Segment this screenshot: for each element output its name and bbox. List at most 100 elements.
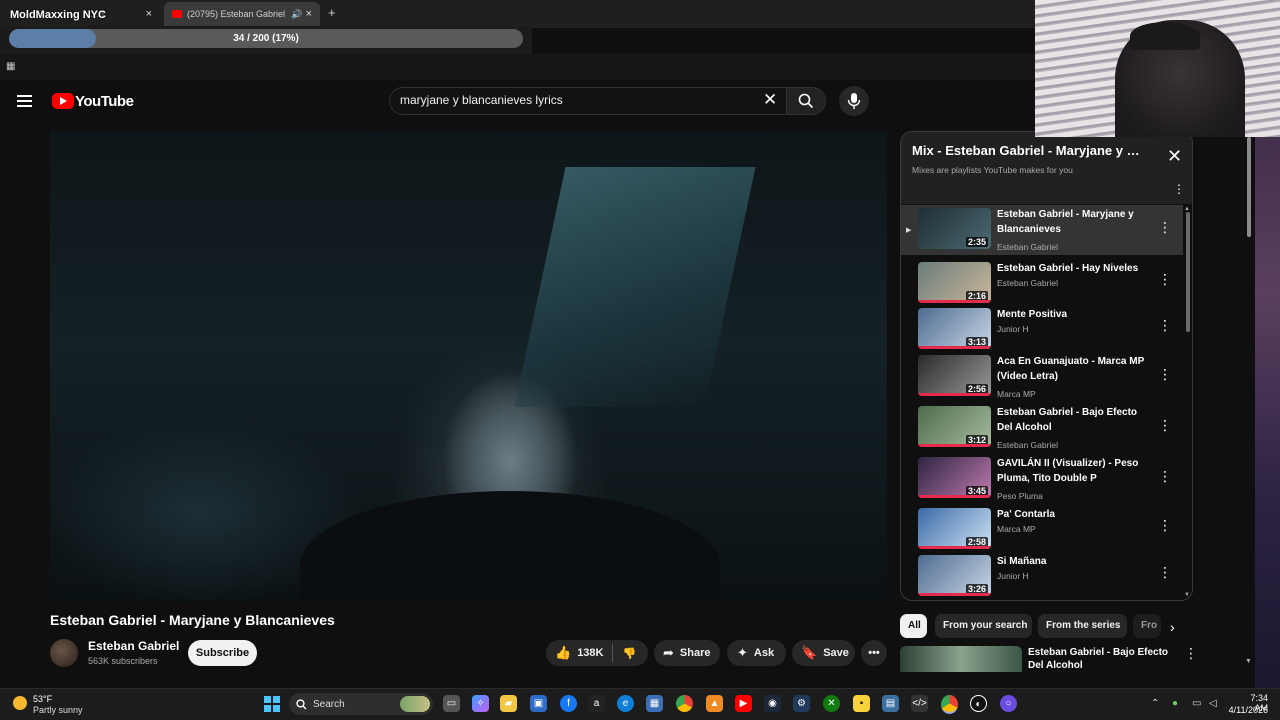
more-vertical-icon[interactable]: ⋮ <box>1158 366 1172 383</box>
chrome-active-icon[interactable] <box>941 695 958 714</box>
chip-from-partial[interactable]: Fro <box>1133 614 1161 638</box>
scroll-up-icon[interactable]: ▲ <box>1184 206 1190 212</box>
vlc-icon[interactable]: ▲ <box>706 695 723 712</box>
watched-progress-bar <box>918 300 991 303</box>
more-vertical-icon[interactable]: ⋮ <box>1158 417 1172 434</box>
playlist-thumbnail[interactable]: 2:16 <box>918 262 991 303</box>
calculator-icon[interactable]: ▦ <box>646 695 663 712</box>
more-vertical-icon[interactable]: ⋮ <box>1158 219 1172 236</box>
playlist-item[interactable]: 2:58 Pa' Contarla Marca MP ⋮ <box>901 505 1183 555</box>
chip-from-your-search[interactable]: From your search <box>935 614 1032 638</box>
channel-name[interactable]: Esteban Gabriel <box>88 639 179 653</box>
clear-search-icon[interactable]: ✕ <box>763 91 777 108</box>
playlist-thumbnail[interactable]: 3:45 <box>918 457 991 498</box>
more-horizontal-icon: ••• <box>868 647 880 659</box>
playlist-item[interactable]: 3:45 GAVILÁN II (Visualizer) - Peso Pluma… <box>901 454 1183 504</box>
close-icon[interactable]: × <box>146 8 152 20</box>
playlist-thumbnail[interactable]: 2:56 <box>918 355 991 396</box>
taskbar-search-box[interactable] <box>289 693 433 715</box>
youtube-app-icon[interactable]: ▶ <box>735 695 752 712</box>
playlist-scrollbar[interactable] <box>1186 212 1190 332</box>
settings-gear-icon[interactable]: ⚙ <box>793 695 810 712</box>
chip-all[interactable]: All <box>900 614 927 638</box>
more-actions-button[interactable]: ••• <box>861 640 887 666</box>
more-vertical-icon[interactable]: ⋮ <box>1158 564 1172 581</box>
save-label: Save <box>823 647 849 659</box>
xbox-icon[interactable]: ✕ <box>823 695 840 712</box>
recommended-title[interactable]: Esteban Gabriel - Bajo Efecto Del Alcoho… <box>1028 646 1173 672</box>
playlist-thumbnail[interactable]: 3:26 <box>918 555 991 596</box>
playlist-item[interactable]: 3:12 Esteban Gabriel - Bajo Efecto Del Al… <box>901 403 1183 453</box>
weather-description[interactable]: Partly sunny <box>33 705 83 715</box>
steam-icon[interactable]: ◉ <box>764 695 781 712</box>
like-button[interactable]: 👍 138K <box>555 645 603 661</box>
playlist-title[interactable]: Mix - Esteban Gabriel - Maryjane y Blanc… <box>912 143 1147 158</box>
playlist-item[interactable]: 3:26 Si Mañana Junior H ⋮ <box>901 552 1183 600</box>
ask-button[interactable]: ✦ Ask <box>727 640 786 666</box>
task-view-icon[interactable]: ▭ <box>443 695 460 712</box>
search-input[interactable] <box>400 93 750 107</box>
youtube-wordmark[interactable]: YouTube <box>75 93 134 110</box>
scroll-down-icon[interactable]: ▼ <box>1245 658 1252 665</box>
weather-temperature[interactable]: 53°F <box>33 694 52 704</box>
close-icon[interactable]: ✕ <box>1167 147 1182 165</box>
watched-progress-bar <box>918 444 991 447</box>
video-player[interactable] <box>50 131 887 602</box>
photos-icon[interactable]: ▤ <box>882 695 899 712</box>
volume-icon[interactable]: ◁ <box>1209 698 1217 709</box>
apps-grid-icon[interactable]: ▦ <box>6 61 17 72</box>
search-button[interactable] <box>786 87 826 115</box>
windows-start-icon[interactable] <box>264 696 280 712</box>
chrome-icon[interactable] <box>676 695 693 712</box>
chevron-up-icon[interactable]: ⌃ <box>1151 698 1159 709</box>
more-vertical-icon[interactable]: ⋮ <box>1158 317 1172 334</box>
microphone-tray-icon[interactable]: ● <box>1172 698 1178 709</box>
more-vertical-icon[interactable]: ⋮ <box>1173 182 1185 196</box>
playlist-thumbnail[interactable]: 2:35 <box>918 208 991 249</box>
tab-youtube-video[interactable]: (20795) Esteban Gabriel - M 🔊 × <box>164 2 320 26</box>
sticky-notes-icon[interactable]: ▪ <box>853 695 870 712</box>
playlist-item[interactable]: 2:56 Aca En Guanajuato - Marca MP (Video … <box>901 352 1183 402</box>
playlist-item-title: Aca En Guanajuato - Marca MP (Video Letr… <box>997 356 1145 382</box>
save-button[interactable]: 🔖 Save <box>792 640 855 666</box>
dev-tools-icon[interactable]: </> <box>911 695 928 712</box>
more-vertical-icon[interactable]: ⋮ <box>1158 468 1172 485</box>
file-explorer-icon[interactable]: ▰ <box>500 695 517 712</box>
close-icon[interactable]: × <box>306 8 312 20</box>
video-title: Esteban Gabriel - Maryjane y Blancanieve… <box>50 612 335 628</box>
more-vertical-icon[interactable]: ⋮ <box>1158 517 1172 534</box>
page-scrollbar[interactable] <box>1247 137 1251 237</box>
microsoft-store-icon[interactable]: ▣ <box>530 695 547 712</box>
voice-search-button[interactable] <box>839 86 869 116</box>
hamburger-menu-icon[interactable] <box>17 95 32 107</box>
monitor-icon[interactable]: ▭ <box>1192 698 1201 709</box>
dislike-button[interactable]: 👎 <box>622 647 636 660</box>
recommended-thumbnail[interactable] <box>900 646 1022 672</box>
subscribe-button[interactable]: Subscribe <box>188 640 257 666</box>
scroll-down-icon[interactable]: ▼ <box>1184 592 1190 598</box>
assistant-icon[interactable]: ○ <box>1000 695 1017 712</box>
youtube-logo-icon[interactable] <box>52 93 74 109</box>
edge-icon[interactable]: e <box>617 695 634 712</box>
copilot-icon[interactable]: ✧ <box>472 695 489 712</box>
playlist-item[interactable]: ▶ 2:35 Esteban Gabriel - Maryjane y Blanca… <box>901 205 1183 255</box>
clock-date[interactable]: 4/11/2026 <box>1226 705 1268 715</box>
more-vertical-icon[interactable]: ⋮ <box>1158 271 1172 288</box>
chevron-right-icon[interactable]: › <box>1170 619 1175 635</box>
channel-avatar[interactable] <box>50 639 78 667</box>
playlist-thumbnail[interactable]: 3:12 <box>918 406 991 447</box>
now-playing-icon: ▶ <box>906 227 912 234</box>
playlist-item[interactable]: 2:16 Esteban Gabriel - Hay Niveles Esteban… <box>901 259 1183 309</box>
github-icon[interactable]: ◐ <box>970 695 987 712</box>
share-button[interactable]: ➦ Share <box>654 640 720 666</box>
playlist-thumbnail[interactable]: 3:13 <box>918 308 991 349</box>
playlist-item-channel: Peso Pluma <box>997 491 1043 501</box>
playlist-thumbnail[interactable]: 2:58 <box>918 508 991 549</box>
more-vertical-icon[interactable]: ⋮ <box>1184 645 1198 662</box>
amazon-icon[interactable]: a <box>588 695 605 712</box>
chip-from-the-series[interactable]: From the series <box>1038 614 1127 638</box>
new-tab-button[interactable]: + <box>328 5 336 20</box>
facebook-icon[interactable]: f <box>560 695 577 712</box>
playlist-item[interactable]: 3:13 Mente Positiva Junior H ⋮ <box>901 305 1183 355</box>
weather-sun-icon[interactable] <box>13 696 27 710</box>
